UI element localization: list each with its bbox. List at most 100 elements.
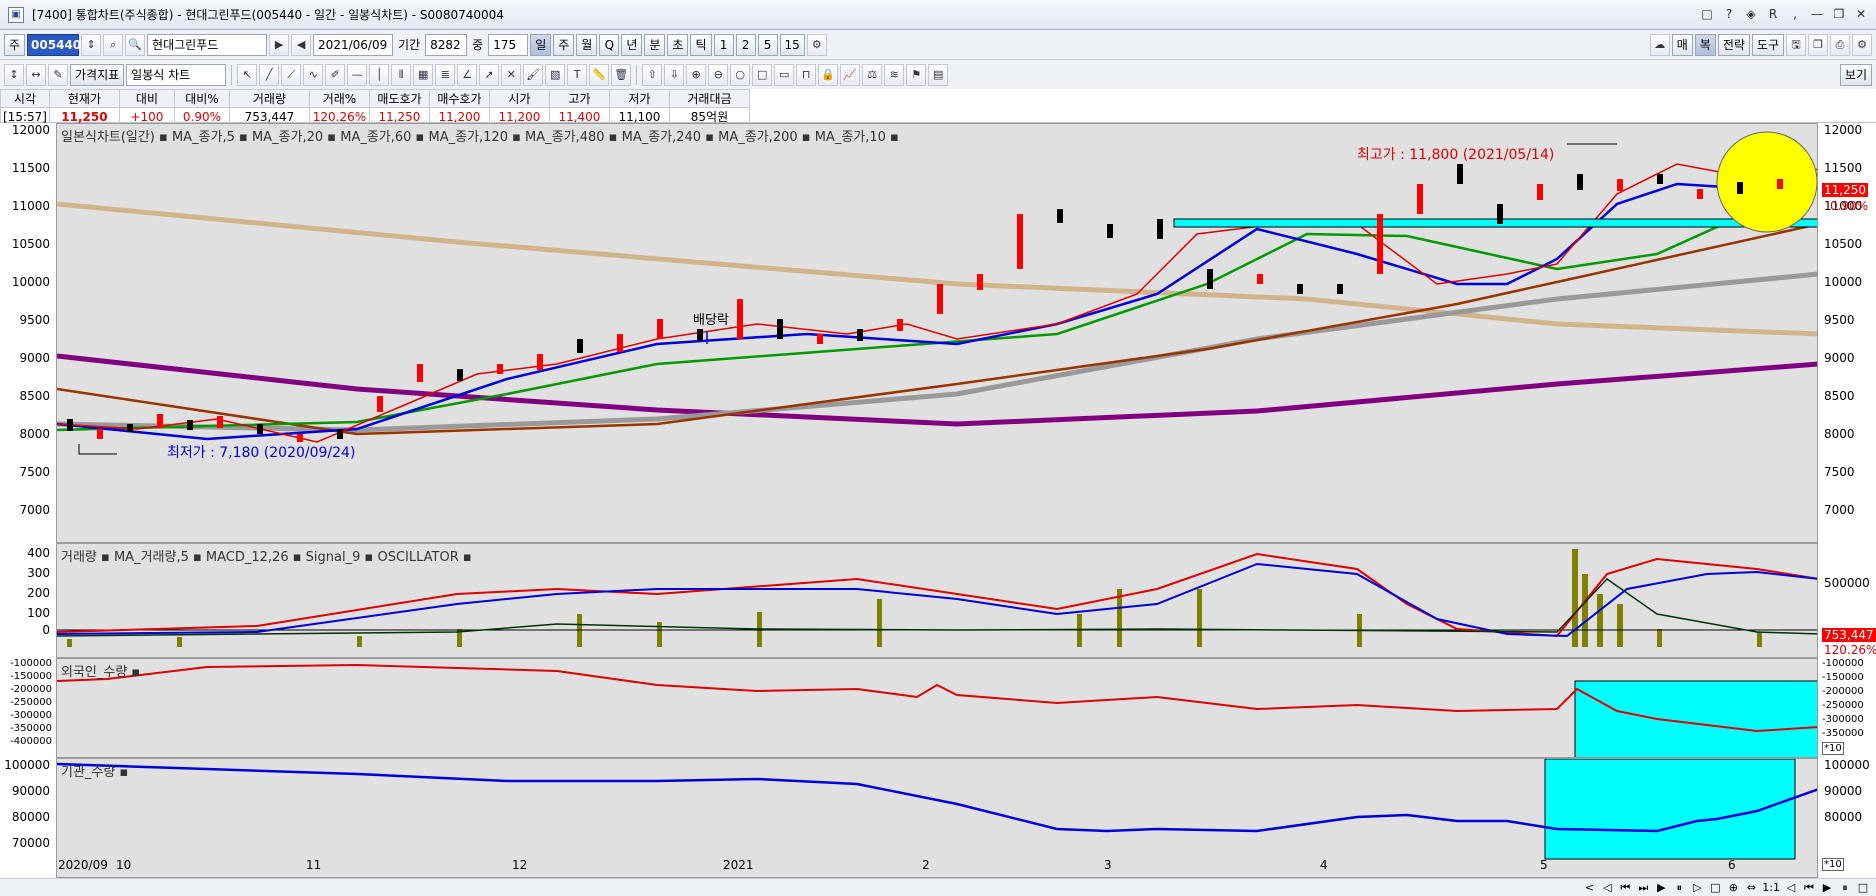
- compare-icon[interactable]: ⚖: [862, 63, 883, 86]
- nav-next-icon[interactable]: ▷: [1690, 881, 1704, 894]
- zoom-out-icon[interactable]: ⊖: [708, 63, 729, 86]
- pause-icon[interactable]: ⏸: [1838, 881, 1852, 895]
- angle-icon[interactable]: ∠: [457, 63, 478, 86]
- trendline-icon[interactable]: ╱: [259, 63, 280, 86]
- stock-name-field[interactable]: 현대그린푸드: [147, 33, 268, 56]
- close-button[interactable]: ✕: [1852, 5, 1870, 23]
- interval-second-button[interactable]: 초: [667, 33, 689, 56]
- vertical-scroll-icon[interactable]: ↕: [4, 63, 24, 86]
- link-icon[interactable]: ◈: [1742, 5, 1760, 23]
- chart-type-select[interactable]: 일봉식 차트: [126, 63, 227, 86]
- settings-icon[interactable]: ⚙: [806, 33, 827, 56]
- zoom-icon[interactable]: 🔍: [125, 33, 146, 56]
- pencil-icon[interactable]: ✐: [325, 63, 346, 86]
- text-box-icon[interactable]: ▭: [774, 63, 795, 86]
- interval-week-button[interactable]: 주: [553, 33, 575, 56]
- search-icon[interactable]: ⌕: [103, 33, 124, 56]
- table-icon[interactable]: ▤: [928, 63, 949, 86]
- play-icon[interactable]: ▶: [1820, 881, 1834, 894]
- print-icon[interactable]: ⎙: [1830, 33, 1850, 56]
- wave-icon[interactable]: ∿: [303, 63, 324, 86]
- nav-left-icon[interactable]: <: [1582, 881, 1596, 894]
- foreign-panel[interactable]: 외국인_수량 ▪: [56, 658, 1818, 758]
- fit-icon[interactable]: □: [1708, 881, 1722, 894]
- spin-icon[interactable]: ⇕: [81, 33, 102, 56]
- header-ask: 매도호가: [368, 89, 430, 108]
- brush-icon[interactable]: 🖌: [523, 63, 544, 86]
- circle-icon[interactable]: ○: [730, 63, 751, 86]
- cross-icon[interactable]: ✕: [501, 63, 522, 86]
- edit-icon[interactable]: ✎: [48, 63, 68, 86]
- interval-minute-button[interactable]: 분: [644, 33, 666, 56]
- ray-icon[interactable]: ⟋: [281, 63, 302, 86]
- interval-2-button[interactable]: 2: [735, 33, 756, 56]
- nav-first-icon[interactable]: ⏮: [1618, 881, 1632, 895]
- save-icon[interactable]: 🖫: [1786, 33, 1806, 56]
- back-icon[interactable]: ◀: [291, 33, 312, 56]
- strategy-button[interactable]: 전략: [1717, 33, 1750, 56]
- interval-5-button[interactable]: 5: [757, 33, 778, 56]
- nav-prev-icon[interactable]: ◁: [1600, 881, 1614, 894]
- signal-icon[interactable]: ⚑: [906, 63, 927, 86]
- delete-icon[interactable]: 🗑: [611, 63, 632, 86]
- market-type-button[interactable]: 주: [4, 33, 26, 56]
- settings-icon[interactable]: ,: [1786, 5, 1804, 23]
- box-icon[interactable]: □: [1856, 881, 1870, 894]
- view-button[interactable]: 보기: [1839, 63, 1872, 86]
- vline-icon[interactable]: │: [369, 63, 390, 86]
- interval-day-button[interactable]: 일: [530, 33, 552, 56]
- nav-first-icon[interactable]: ⏮: [1802, 881, 1816, 895]
- cursor-icon[interactable]: ↖: [237, 63, 258, 86]
- help-icon[interactable]: ?: [1720, 5, 1738, 23]
- chart-icon[interactable]: 📈: [840, 63, 861, 86]
- nav-last-icon[interactable]: ⏭: [1636, 881, 1650, 895]
- channel-icon[interactable]: ⫴: [391, 63, 412, 86]
- price-indicator-button[interactable]: 가격지표: [70, 63, 125, 86]
- price-panel[interactable]: 일본식차트(일간) ▪ MA_종가,5 ▪ MA_종가,20 ▪ MA_종가,6…: [56, 123, 1818, 543]
- period-input[interactable]: 8282: [425, 33, 468, 56]
- text-icon[interactable]: T: [567, 63, 588, 86]
- pause-icon[interactable]: ⏸: [1672, 881, 1686, 895]
- copy-icon[interactable]: ❐: [1808, 33, 1828, 56]
- grid-icon[interactable]: ▦: [413, 63, 434, 86]
- play-icon[interactable]: ▶: [1654, 881, 1668, 894]
- interval-month-button[interactable]: 월: [576, 33, 598, 56]
- fibonacci-icon[interactable]: ≣: [435, 63, 456, 86]
- pattern-icon[interactable]: ≋: [884, 63, 905, 86]
- chart-area[interactable]: 일본식차트(일간) ▪ MA_종가,5 ▪ MA_종가,20 ▪ MA_종가,6…: [0, 123, 1876, 878]
- hline-icon[interactable]: —: [347, 63, 368, 86]
- refresh-icon[interactable]: R: [1764, 5, 1782, 23]
- horizontal-scroll-icon[interactable]: ↔: [26, 63, 46, 86]
- down-icon[interactable]: ⇩: [664, 63, 685, 86]
- square-icon[interactable]: □: [752, 63, 773, 86]
- interval-quarter-button[interactable]: Q: [599, 33, 620, 56]
- tools-button[interactable]: 도구: [1751, 33, 1784, 56]
- interval-year-button[interactable]: 년: [621, 33, 643, 56]
- play-icon[interactable]: ▶: [269, 33, 290, 56]
- stock-code-input[interactable]: 005440: [27, 33, 81, 56]
- nav-prev-icon[interactable]: ◁: [1784, 881, 1798, 894]
- interval-1-button[interactable]: 1: [713, 33, 734, 56]
- lock-icon[interactable]: 🔒: [818, 63, 839, 86]
- ruler-icon[interactable]: 📏: [589, 63, 610, 86]
- picture-icon[interactable]: ▧: [545, 63, 566, 86]
- volume-panel[interactable]: 거래량 ▪ MA_거래량,5 ▪ MACD_12,26 ▪ Signal_9 ▪…: [56, 543, 1818, 658]
- multi-button[interactable]: 복: [1694, 33, 1716, 56]
- interval-tick-button[interactable]: 틱: [690, 33, 712, 56]
- up-icon[interactable]: ⇧: [642, 63, 663, 86]
- zoom-icon[interactable]: ⊕: [1726, 881, 1740, 894]
- maximize-button[interactable]: ❐: [1830, 5, 1848, 23]
- cloud-icon[interactable]: ☁: [1649, 33, 1670, 56]
- magnet-icon[interactable]: ⊓: [796, 63, 817, 86]
- zoom-in-icon[interactable]: ⊕: [686, 63, 707, 86]
- pan-icon[interactable]: ⇔: [1744, 881, 1758, 894]
- ratio-button[interactable]: 1:1: [1762, 881, 1780, 894]
- sell-button[interactable]: 매: [1671, 33, 1693, 56]
- interval-15-button[interactable]: 15: [779, 33, 805, 56]
- count-input[interactable]: 175: [488, 33, 529, 56]
- arrow-icon[interactable]: ➚: [479, 63, 500, 86]
- restore-icon[interactable]: □: [1698, 5, 1716, 23]
- config-icon[interactable]: ⚙: [1852, 33, 1872, 56]
- date-field[interactable]: 2021/06/09: [313, 33, 394, 56]
- minimize-button[interactable]: —: [1808, 5, 1826, 23]
